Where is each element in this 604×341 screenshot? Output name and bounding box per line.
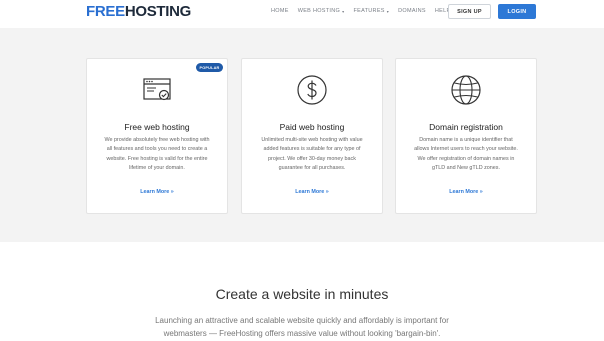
logo-free: FREE [86, 3, 125, 20]
nav-item-label: HOME [271, 8, 289, 14]
main-nav: HOME WEB HOSTING ▾ FEATURES ▾ DOMAINS HE… [271, 8, 464, 14]
card-title: Paid web hosting [279, 122, 345, 132]
dollar-circle-icon [297, 75, 327, 105]
learn-more-link[interactable]: Learn More » [396, 189, 536, 195]
nav-item-label: FEATURES [353, 8, 385, 14]
popular-badge: POPULAR [196, 63, 223, 72]
nav-item-home[interactable]: HOME [271, 8, 289, 14]
learn-more-link[interactable]: Learn More » [87, 189, 227, 195]
signup-button[interactable]: SIGN UP [448, 4, 491, 19]
nav-item-label: WEB HOSTING [297, 8, 341, 14]
nav-item-features[interactable]: FEATURES ▾ [353, 8, 389, 14]
features-section: POPULAR Free web hosting We provide abso… [0, 28, 604, 242]
site-header: FREEHOSTING HOME WEB HOSTING ▾ FEATURES … [0, 0, 604, 28]
card-title: Free web hosting [124, 122, 190, 132]
card-title: Domain registration [429, 122, 503, 132]
chevron-down-icon: ▾ [342, 8, 345, 14]
section-text: Launching an attractive and scalable web… [155, 316, 449, 338]
chevron-down-icon: ▾ [386, 8, 390, 14]
card-domain-registration: Domain registration Domain name is a uni… [395, 58, 537, 214]
nav-item-domains[interactable]: DOMAINS [398, 8, 426, 14]
logo-hosting: HOSTING [124, 3, 192, 20]
card-free-hosting: POPULAR Free web hosting We provide abso… [86, 58, 228, 214]
login-button[interactable]: LOGIN [498, 4, 536, 19]
globe-icon [451, 75, 481, 105]
section-title: Create a website in minutes [215, 286, 389, 302]
card-description: Unlimited multi-site web hosting with va… [261, 137, 363, 171]
browser-check-icon [143, 78, 171, 101]
nav-item-web-hosting[interactable]: WEB HOSTING ▾ [298, 8, 345, 14]
card-description: Domain name is a unique identifier that … [414, 137, 518, 171]
card-description: We provide absolutely free web hosting w… [104, 137, 210, 171]
nav-item-label: DOMAINS [398, 8, 426, 14]
card-paid-hosting: Paid web hosting Unlimited multi-site we… [241, 58, 383, 214]
logo[interactable]: FREEHOSTING [86, 3, 191, 20]
learn-more-link[interactable]: Learn More » [242, 189, 382, 195]
